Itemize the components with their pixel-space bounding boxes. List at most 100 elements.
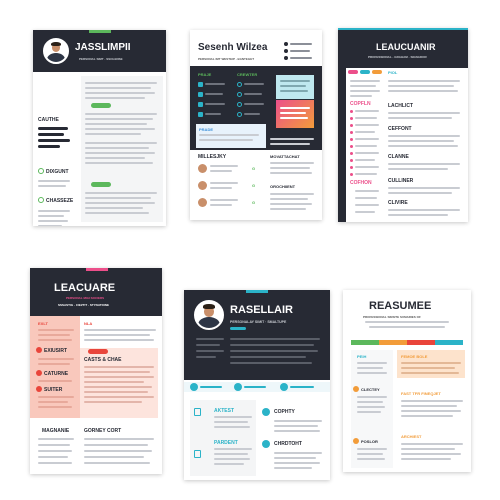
placeholder-text-line	[280, 107, 310, 109]
placeholder-text-line	[84, 401, 142, 403]
placeholder-text-line	[237, 112, 242, 117]
placeholder-text-line	[198, 102, 203, 107]
placeholder-text-line	[355, 152, 379, 154]
placeholder-text-line	[205, 103, 225, 105]
placeholder-text-line	[350, 110, 353, 113]
resume-card-4[interactable]: LEACUARE PERSONAL MIAI SOCIERS SSSASTIG …	[30, 268, 162, 474]
placeholder-text-line	[38, 380, 72, 382]
placeholder-text-line	[388, 135, 460, 137]
resume-1-subtitle: PERSONAL SIMT · SSOLENSE	[79, 57, 123, 61]
resume-4-sec-1: EXLT	[38, 321, 48, 326]
placeholder-text-line	[401, 400, 463, 402]
placeholder-text-line	[388, 80, 460, 82]
resume-1-section-2: DIXGUNT	[46, 169, 69, 175]
resume-1-skill-bar	[38, 145, 60, 148]
placeholder-text-line	[85, 147, 149, 149]
resume-card-6[interactable]: REASUMEE PROFESSIONAL SINSITE SUMARIES O…	[343, 290, 471, 472]
placeholder-text-line	[372, 70, 382, 74]
resume-2-col-4: EGATTEES	[270, 129, 297, 135]
resume-3-name: LEAUCUANIR	[376, 42, 436, 52]
resume-card-1[interactable]: JASSLIMPII PERSONAL SIMT · SSOLENSE CAUT…	[33, 30, 166, 226]
resume-card-2[interactable]: Sesenh Wilzea PERSONAL IMT WESTEIP · BAN…	[190, 30, 322, 220]
resume-2-col-7: OROCHIIENT	[270, 184, 296, 189]
placeholder-text-line	[357, 448, 387, 450]
placeholder-text-line	[274, 467, 312, 469]
resume-4-name: LEACUARE	[54, 282, 116, 294]
resume-6-sec-3: POSLOR	[361, 439, 378, 444]
resume-3-sec-2: LACHLICT	[388, 103, 413, 109]
placeholder-text-line	[85, 123, 147, 125]
placeholder-text-line	[388, 140, 454, 142]
placeholder-text-line	[388, 187, 460, 189]
placeholder-text-line	[85, 197, 151, 199]
placeholder-text-line	[401, 453, 461, 455]
placeholder-text-line	[85, 118, 153, 120]
placeholder-text-line	[38, 210, 70, 212]
resume-2-teal-block	[276, 75, 314, 99]
placeholder-text-line	[357, 362, 387, 364]
resume-2-col-5: MILLESJKY	[198, 154, 227, 160]
placeholder-text-line	[210, 204, 232, 206]
resume-6-color-strip	[407, 340, 435, 345]
placeholder-text-line	[84, 339, 154, 341]
resume-5-subtitle: PERSONALAY SIMIT · SMALTUPE	[230, 320, 287, 324]
placeholder-text-line	[350, 138, 353, 141]
placeholder-text-line	[85, 82, 157, 84]
placeholder-text-line	[84, 456, 144, 458]
placeholder-text-line	[84, 438, 154, 440]
resume-6-subtitle: PROFESSIONAL SINSITE SUMARIES OF	[363, 315, 421, 319]
resume-2-subtitle: PERSONAL IMT WESTEIP · BANTEGET	[198, 57, 255, 61]
placeholder-text-line	[214, 421, 248, 423]
placeholder-text-line	[355, 166, 379, 168]
placeholder-text-line	[38, 406, 72, 408]
placeholder-text-line	[401, 362, 461, 364]
resume-5-doc-icon	[194, 450, 201, 458]
placeholder-text-line	[38, 358, 74, 360]
resume-4-sec-3: CASTS & CHAE	[84, 357, 122, 363]
placeholder-text-line	[244, 113, 260, 115]
resume-card-5[interactable]: RASELLAIR PERSONALAY SIMIT · SMALTUPE AK…	[184, 290, 330, 480]
placeholder-text-line	[244, 83, 264, 85]
placeholder-text-line	[237, 102, 242, 107]
placeholder-text-line	[244, 103, 264, 105]
placeholder-text-line	[84, 376, 154, 378]
resume-2-gradient-block	[276, 100, 314, 128]
resume-3-sec-4: CLANNE	[388, 154, 409, 160]
placeholder-text-line	[270, 167, 310, 169]
resume-5-doc-icon	[194, 408, 201, 416]
placeholder-text-line	[84, 334, 150, 336]
resume-5-tab-icon	[234, 383, 242, 391]
resume-card-3[interactable]: LEAUCUANIR PROFESSIONAL · GRAHAM · SIGNA…	[338, 28, 468, 222]
placeholder-text-line	[350, 90, 380, 92]
placeholder-text-line	[355, 197, 377, 199]
resume-4-subtitle: PERSONAL MIAI SOCIERS	[66, 296, 105, 300]
resume-6-color-strip	[351, 340, 379, 345]
placeholder-text-line	[360, 70, 370, 74]
placeholder-text-line	[85, 212, 149, 214]
placeholder-text-line	[290, 57, 312, 59]
placeholder-text-line	[214, 416, 252, 418]
placeholder-text-line	[355, 190, 379, 192]
placeholder-text-line	[38, 450, 72, 452]
resume-6-sec-4: FEMOE BOLE	[401, 354, 428, 359]
placeholder-text-line	[84, 329, 156, 331]
placeholder-text-line	[205, 113, 221, 115]
placeholder-text-line	[84, 396, 154, 398]
placeholder-text-line	[357, 453, 383, 455]
placeholder-text-line	[350, 173, 353, 176]
resume-5-tab-icon	[190, 383, 198, 391]
resume-4-sec-5: SUITER	[44, 387, 63, 393]
placeholder-text-line	[86, 268, 108, 271]
placeholder-text-line	[210, 165, 238, 167]
placeholder-text-line	[205, 93, 223, 95]
resume-1-skill-bar	[38, 127, 68, 130]
resume-6-sec-6: ARCHIEST	[401, 434, 422, 439]
placeholder-text-line	[85, 87, 151, 89]
resume-3-sec-7: CLIVIRE	[388, 200, 408, 206]
resume-4-subtitle-2: SSSASTIG · CIEZTIT · STYNATIONE	[58, 303, 109, 307]
placeholder-text-line	[355, 211, 375, 213]
resume-6-color-strip	[435, 340, 463, 345]
placeholder-text-line	[350, 145, 353, 148]
placeholder-text-line	[38, 329, 74, 331]
placeholder-text-line	[205, 83, 225, 85]
